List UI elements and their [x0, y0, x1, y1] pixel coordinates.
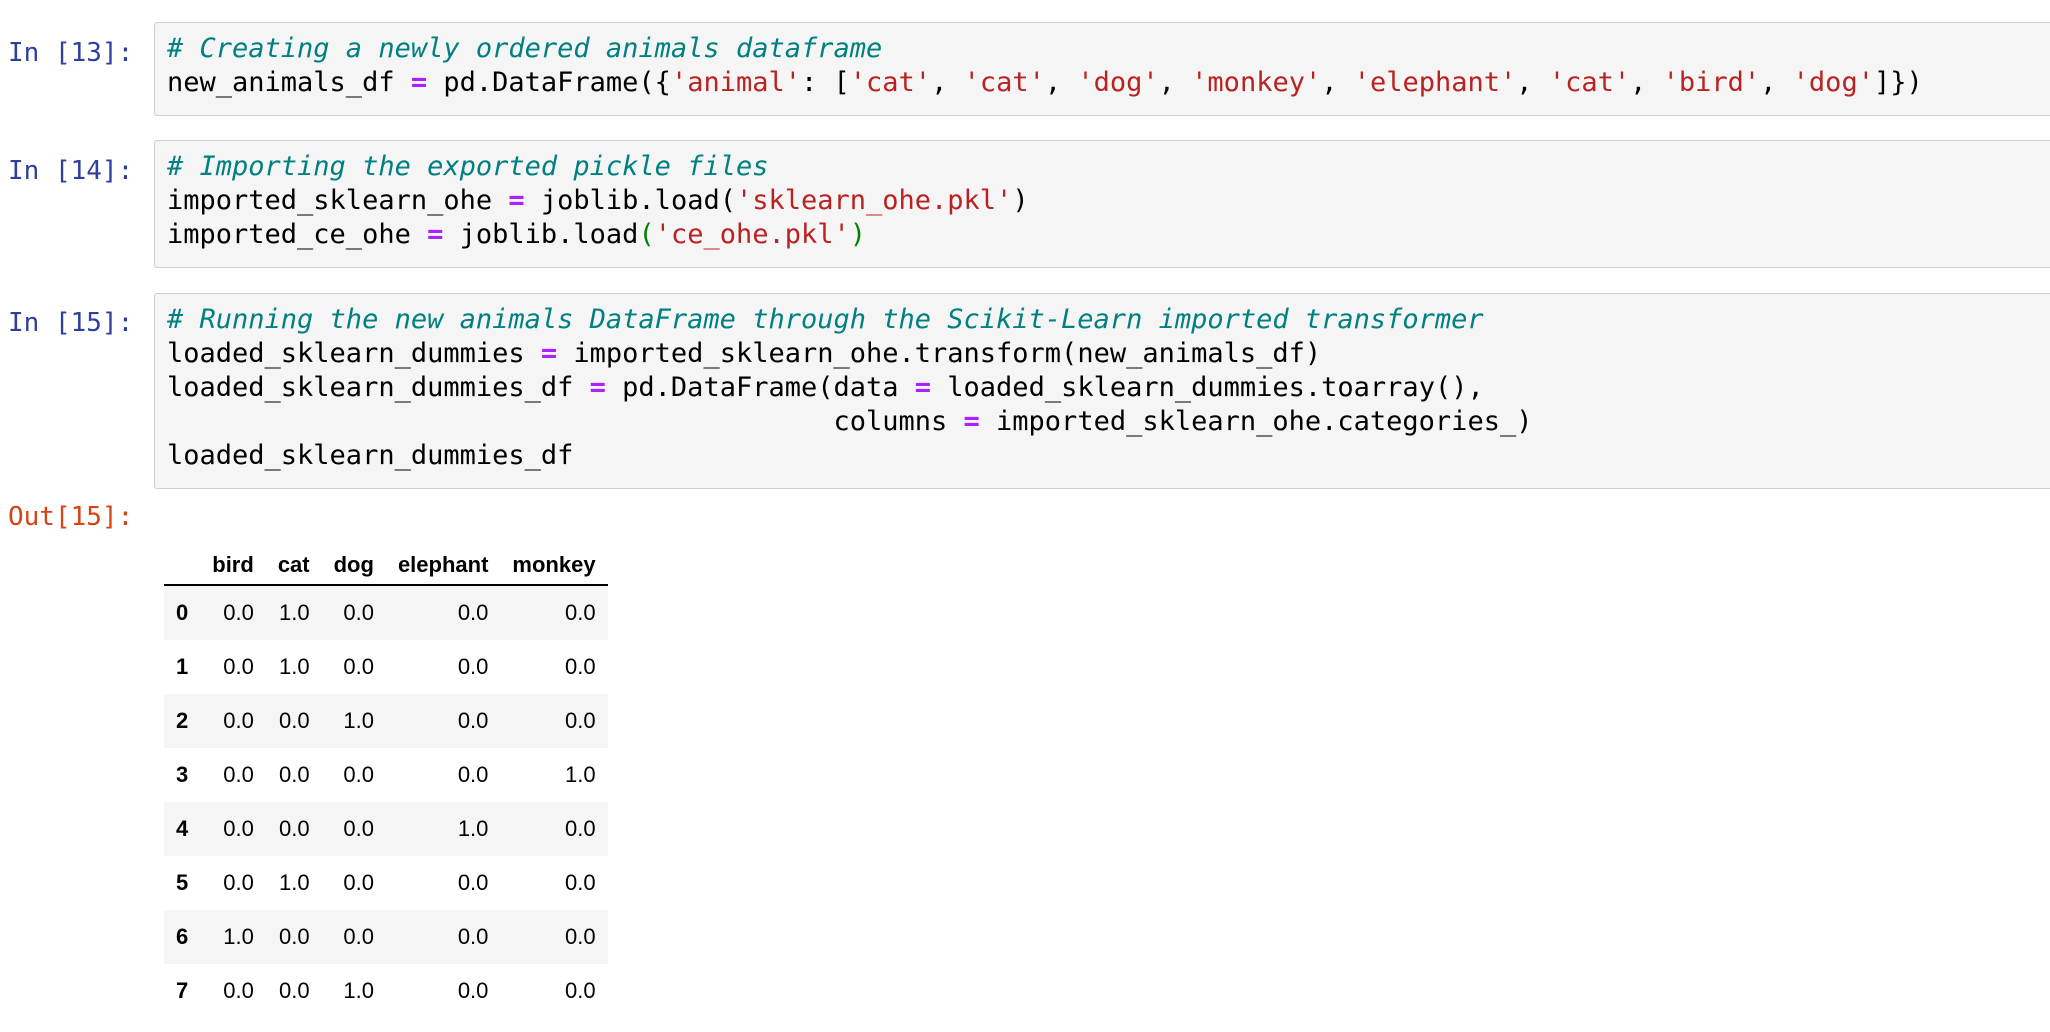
table-row: 0 0.0 1.0 0.0 0.0 0.0 — [164, 585, 608, 640]
row-index: 3 — [176, 762, 189, 787]
code-cell-15[interactable]: In [15]: # Running the new animals DataF… — [0, 293, 2050, 489]
table-cell: 0.0 — [223, 654, 254, 679]
table-cell: 1.0 — [343, 978, 374, 1003]
table-cell: 0.0 — [279, 708, 310, 733]
table-cell: 0.0 — [223, 870, 254, 895]
table-cell: 0.0 — [279, 924, 310, 949]
row-index: 4 — [176, 816, 189, 841]
input-prompt: In [13]: — [8, 38, 134, 68]
code-line: # Creating a newly ordered animals dataf… — [167, 32, 2050, 66]
table-cell: 0.0 — [223, 762, 254, 787]
code-line: imported_sklearn_ohe = joblib.load('skle… — [167, 185, 1029, 216]
column-header: elephant — [385, 530, 501, 586]
table-cell: 0.0 — [343, 654, 374, 679]
code-line: # Importing the exported pickle files — [167, 150, 2050, 184]
table-cell: 0.0 — [223, 708, 254, 733]
code-editor[interactable]: # Running the new animals DataFrame thro… — [154, 293, 2050, 489]
table-cell: 1.0 — [279, 654, 310, 679]
table-cell: 0.0 — [564, 600, 596, 625]
column-header: cat — [265, 530, 322, 586]
table-row: 6 1.0 0.0 0.0 0.0 0.0 — [164, 910, 608, 964]
input-prompt: In [15]: — [8, 308, 134, 338]
table-cell: 0.0 — [564, 708, 596, 733]
table-header-row: bird cat dog elephant monkey — [164, 530, 608, 586]
table-row: 2 0.0 0.0 1.0 0.0 0.0 — [164, 694, 608, 748]
table-cell: 1.0 — [457, 816, 489, 841]
code-editor[interactable]: # Importing the exported pickle files im… — [154, 140, 2050, 268]
table-cell: 0.0 — [343, 924, 374, 949]
table-cell: 1.0 — [279, 870, 310, 895]
code-line: imported_ce_ohe = joblib.load('ce_ohe.pk… — [167, 219, 867, 250]
table-cell: 0.0 — [457, 924, 489, 949]
row-index: 1 — [176, 654, 189, 679]
table-cell: 0.0 — [457, 762, 489, 787]
table-cell: 0.0 — [564, 654, 596, 679]
table-row: 3 0.0 0.0 0.0 0.0 1.0 — [164, 748, 608, 802]
table-cell: 0.0 — [343, 870, 374, 895]
table-cell: 0.0 — [457, 870, 489, 895]
table-cell: 0.0 — [564, 816, 596, 841]
row-index: 2 — [176, 708, 189, 733]
table-cell: 0.0 — [564, 870, 596, 895]
code-comment: # Running the new animals DataFrame thro… — [167, 304, 1484, 335]
column-header: bird — [200, 530, 266, 586]
code-line: columns = imported_sklearn_ohe.categorie… — [167, 406, 1533, 437]
row-index: 5 — [176, 870, 189, 895]
table-row: 4 0.0 0.0 0.0 1.0 0.0 — [164, 802, 608, 856]
table-cell: 0.0 — [279, 762, 310, 787]
row-index: 6 — [176, 924, 189, 949]
input-prompt: In [14]: — [8, 156, 134, 186]
table-cell: 0.0 — [564, 978, 596, 1003]
table-row: 7 0.0 0.0 1.0 0.0 0.0 — [164, 964, 608, 1018]
table-cell: 0.0 — [457, 600, 489, 625]
table-cell: 0.0 — [343, 600, 374, 625]
table-cell: 0.0 — [223, 600, 254, 625]
table-cell: 0.0 — [457, 654, 489, 679]
table-cell: 0.0 — [223, 978, 254, 1003]
column-header: dog — [321, 530, 386, 586]
table-cell: 0.0 — [457, 708, 489, 733]
table-cell: 1.0 — [343, 708, 374, 733]
table-cell: 0.0 — [343, 816, 374, 841]
table-cell: 1.0 — [564, 762, 596, 787]
table-cell: 1.0 — [223, 924, 254, 949]
code-editor[interactable]: # Creating a newly ordered animals dataf… — [154, 22, 2050, 116]
code-comment: # Importing the exported pickle files — [167, 151, 769, 182]
table-cell: 0.0 — [343, 762, 374, 787]
output-prompt: Out[15]: — [8, 502, 134, 532]
row-index: 7 — [176, 978, 189, 1003]
code-line: loaded_sklearn_dummies_df — [167, 440, 574, 471]
table-row: 5 0.0 1.0 0.0 0.0 0.0 — [164, 856, 608, 910]
table-row: 1 0.0 1.0 0.0 0.0 0.0 — [164, 640, 608, 694]
code-line: loaded_sklearn_dummies_df = pd.DataFrame… — [167, 372, 1484, 403]
code-cell-13[interactable]: In [13]: # Creating a newly ordered anim… — [0, 22, 2050, 116]
code-cell-14[interactable]: In [14]: # Importing the exported pickle… — [0, 140, 2050, 268]
table-cell: 0.0 — [279, 978, 310, 1003]
index-header — [164, 530, 201, 586]
code-line: # Running the new animals DataFrame thro… — [167, 303, 2050, 337]
column-header: monkey — [500, 530, 608, 586]
table-cell: 0.0 — [279, 816, 310, 841]
code-line: new_animals_df = pd.DataFrame({'animal':… — [167, 67, 1923, 98]
table-cell: 0.0 — [457, 978, 489, 1003]
code-comment: # Creating a newly ordered animals dataf… — [167, 33, 883, 64]
code-line: loaded_sklearn_dummies = imported_sklear… — [167, 338, 1322, 369]
dataframe-output-table: bird cat dog elephant monkey 0 0.0 1.0 0… — [164, 530, 608, 1018]
table-cell: 0.0 — [223, 816, 254, 841]
table-cell: 0.0 — [564, 924, 596, 949]
table-cell: 1.0 — [279, 600, 310, 625]
row-index: 0 — [176, 600, 189, 625]
